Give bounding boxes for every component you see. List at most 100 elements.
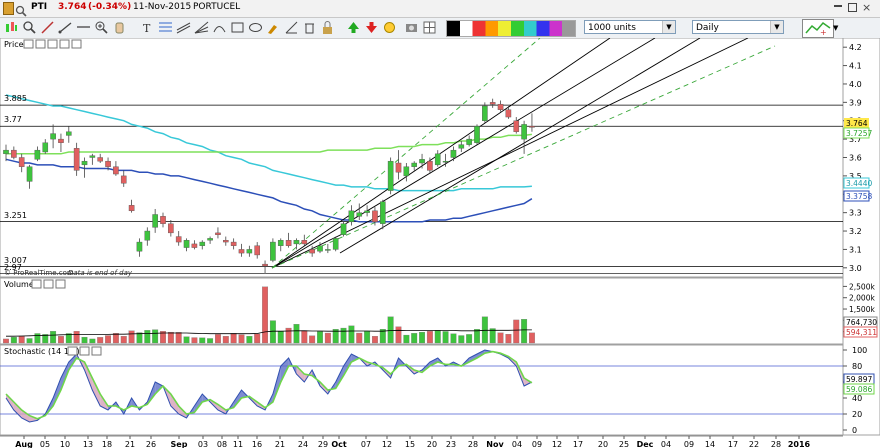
candle	[11, 149, 17, 158]
channel-tool-icon[interactable]	[176, 20, 191, 35]
volume-bar	[128, 330, 135, 344]
toolbar: T 1000 units ▼ Daily ▼ + ▼	[0, 18, 880, 39]
horizontal-line-icon[interactable]	[76, 20, 91, 35]
last-price-badge-text: 3.764	[846, 119, 868, 128]
candle	[42, 142, 49, 153]
zoom-icon[interactable]	[22, 20, 37, 35]
zoom-in-icon[interactable]	[94, 20, 109, 35]
volume-bar	[144, 330, 151, 344]
maximize-icon[interactable]	[43, 279, 54, 289]
color-palette[interactable]	[446, 20, 576, 37]
candle	[521, 124, 527, 140]
x-tick-label: 05	[40, 440, 50, 448]
hand-tool-icon[interactable]	[112, 20, 127, 35]
x-tick-label: 10	[60, 440, 70, 448]
candle	[97, 157, 103, 162]
chart-type-icon[interactable]	[4, 20, 19, 35]
wrench-icon[interactable]	[31, 279, 42, 289]
candle	[301, 240, 308, 245]
volume-bar	[254, 333, 261, 344]
arrow-down-icon[interactable]	[364, 20, 379, 35]
chart-area[interactable]: 4.24.14.03.93.83.73.63.53.43.33.23.13.02…	[0, 38, 880, 448]
brush-tool-icon[interactable]	[266, 20, 281, 35]
drawing-tools-icon[interactable]	[40, 20, 55, 35]
price-panel-controls[interactable]	[23, 39, 82, 49]
close-icon[interactable]	[91, 346, 102, 356]
ellipse-tool-icon[interactable]	[248, 20, 263, 35]
x-tick-label: 07	[361, 440, 371, 448]
text-tool-icon[interactable]: T	[140, 20, 155, 35]
price-panel[interactable]	[0, 38, 844, 278]
period-select[interactable]: Daily ▼	[692, 20, 784, 34]
candle	[403, 166, 410, 177]
measure-tool-icon[interactable]	[284, 20, 299, 35]
stochastic-panel[interactable]	[0, 344, 844, 436]
line-tool-icon[interactable]	[58, 20, 73, 35]
price-tick-label: 3.3	[849, 209, 862, 218]
search-icon[interactable]	[15, 2, 27, 17]
maximize-icon[interactable]	[79, 346, 90, 356]
layout-grid-icon[interactable]	[422, 20, 437, 35]
delete-drawings-icon[interactable]	[302, 20, 317, 35]
price-tick-label: 3.9	[849, 98, 862, 107]
candle	[356, 212, 363, 217]
volume-bar	[403, 334, 410, 344]
stoch-tick-label: 0	[852, 426, 857, 435]
screenshot-icon[interactable]	[404, 20, 419, 35]
arc-tool-icon[interactable]	[212, 20, 227, 35]
volume-bar	[466, 334, 473, 344]
indicators-dropdown-icon[interactable]: ▼	[833, 24, 838, 32]
volume-bar	[521, 319, 528, 344]
close-icon[interactable]	[71, 39, 82, 49]
volume-panel-controls[interactable]	[31, 279, 66, 289]
x-tick-label: 28	[468, 440, 478, 448]
candle	[332, 238, 339, 250]
chevron-down-icon[interactable]: ▼	[770, 21, 783, 33]
date-label: 11-Nov-2015	[133, 2, 192, 12]
lock-icon[interactable]	[320, 20, 335, 35]
volume-bar	[309, 335, 316, 344]
window-minimize-icon[interactable]	[834, 5, 842, 7]
candle	[411, 162, 418, 167]
chevron-down-icon[interactable]: ▼	[662, 21, 675, 33]
stochastic-panel-controls[interactable]	[67, 346, 102, 356]
indicators-button[interactable]: +	[802, 19, 834, 38]
x-tick-label: 2016	[788, 440, 811, 448]
candle	[175, 236, 182, 243]
properties-icon[interactable]	[59, 39, 70, 49]
add-indicator-icon[interactable]	[47, 39, 58, 49]
x-tick-label: 18	[102, 440, 112, 448]
window-maximize-icon[interactable]	[848, 3, 857, 12]
candle	[183, 240, 190, 248]
fan-tool-icon[interactable]	[194, 20, 209, 35]
header-icons[interactable]	[3, 2, 14, 15]
units-select[interactable]: 1000 units ▼	[584, 20, 676, 34]
maximize-icon[interactable]	[35, 39, 46, 49]
candle	[73, 148, 80, 171]
price-tick-label: 3.0	[849, 264, 862, 273]
candle	[442, 160, 449, 163]
window-close-icon[interactable]: ×	[862, 1, 871, 14]
x-tick-label: 08	[217, 440, 227, 448]
wrench-icon[interactable]	[67, 346, 78, 356]
volume-bar	[230, 333, 237, 344]
candle	[529, 126, 535, 128]
volume-bar	[191, 337, 198, 344]
rectangle-tool-icon[interactable]	[230, 20, 245, 35]
close-icon[interactable]	[55, 279, 66, 289]
alert-icon[interactable]	[382, 20, 397, 35]
candle	[482, 105, 488, 121]
volume-tick-label: 1,500k	[849, 305, 875, 314]
candle	[427, 160, 433, 171]
stoch-tick-label: 40	[852, 394, 862, 403]
x-tick-label: 29	[318, 440, 328, 448]
arrow-up-icon[interactable]	[346, 20, 361, 35]
fibonacci-tool-icon[interactable]	[158, 20, 173, 35]
volume-bar	[269, 320, 276, 344]
candle	[348, 210, 355, 223]
symbol-label[interactable]: PTI	[31, 2, 47, 12]
volume-bar	[50, 331, 57, 344]
price-tick-label: 3.2	[849, 227, 862, 236]
volume-bar	[317, 331, 323, 344]
wrench-icon[interactable]	[23, 39, 34, 49]
